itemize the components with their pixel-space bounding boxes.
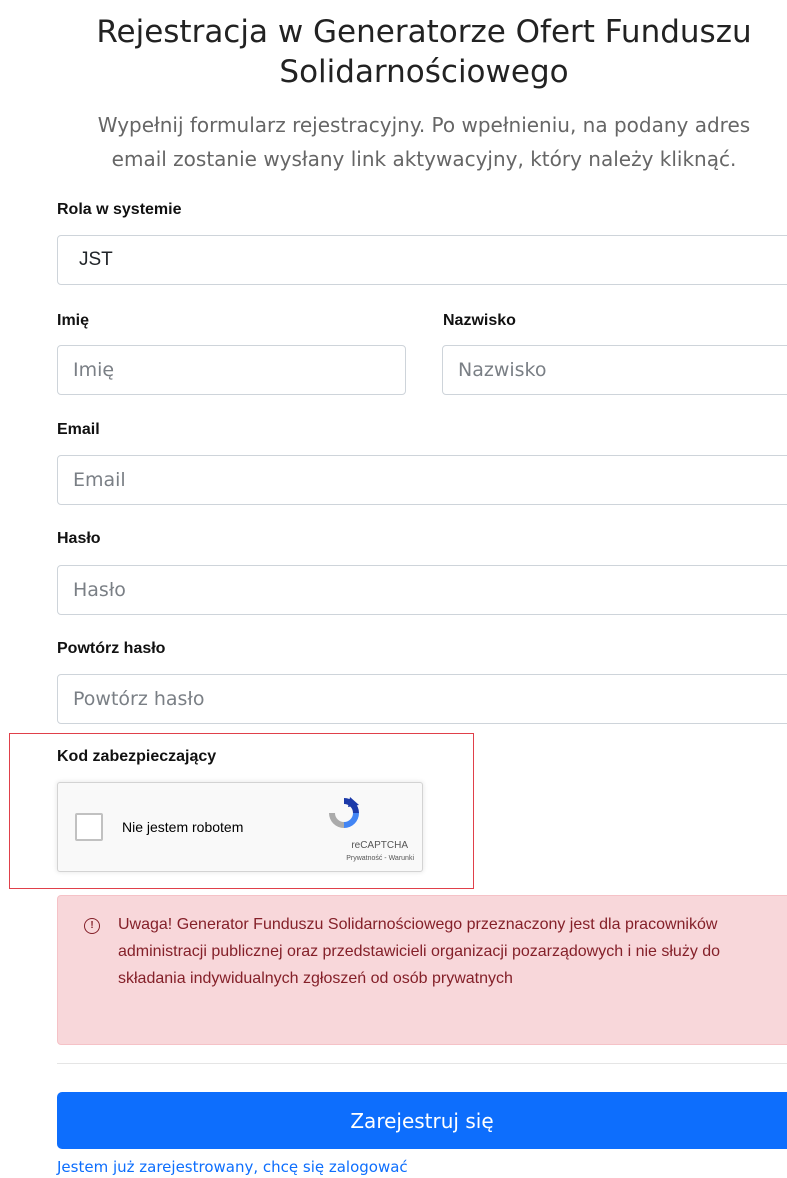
email-input[interactable] (57, 455, 787, 505)
role-label: Rola w systemie (57, 201, 182, 218)
warning-icon: ! (84, 918, 100, 934)
password-label: Hasło (57, 530, 101, 547)
recaptcha-brand: reCAPTCHA (351, 840, 408, 851)
login-link[interactable]: Jestem już zarejestrowany, chcę się zalo… (57, 1158, 408, 1176)
last-name-label: Nazwisko (443, 312, 516, 329)
register-button-label: Zarejestruj się (350, 1109, 494, 1133)
page-subtitle: Wypełnij formularz rejestracyjny. Po wpe… (0, 108, 787, 176)
recaptcha-logo-icon (326, 795, 362, 831)
role-select-value: JST (79, 249, 113, 270)
warning-alert-text: Uwaga! Generator Funduszu Solidarnościow… (118, 916, 721, 987)
divider (57, 1063, 787, 1064)
email-label: Email (57, 421, 100, 438)
password-repeat-label: Powtórz hasło (57, 640, 166, 657)
page-subtitle-line-2: email zostanie wysłany link aktywacyjny,… (111, 147, 737, 171)
page-subtitle-line-1: Wypełnij formularz rejestracyjny. Po wpe… (97, 113, 751, 137)
recaptcha-checkbox[interactable] (75, 813, 103, 841)
security-code-label: Kod zabezpieczający (57, 748, 217, 765)
recaptcha-links[interactable]: Prywatność - Warunki (346, 855, 414, 862)
recaptcha-label: Nie jestem robotem (122, 819, 244, 835)
password-input[interactable] (57, 565, 787, 615)
last-name-input[interactable] (442, 345, 787, 395)
page-title-line-1: Rejestracja w Generatorze Ofert Funduszu (96, 14, 752, 50)
role-select[interactable]: JST (57, 235, 787, 285)
warning-alert: ! Uwaga! Generator Funduszu Solidarności… (57, 895, 787, 1045)
page-title: Rejestracja w Generatorze Ofert Funduszu… (0, 12, 787, 92)
first-name-label: Imię (57, 312, 90, 329)
recaptcha-widget: Nie jestem robotem reCAPTCHA Prywatność … (57, 782, 423, 872)
password-repeat-input[interactable] (57, 674, 787, 724)
page-title-line-2: Solidarnościowego (279, 54, 569, 90)
register-button[interactable]: Zarejestruj się (57, 1092, 787, 1149)
first-name-input[interactable] (57, 345, 406, 395)
